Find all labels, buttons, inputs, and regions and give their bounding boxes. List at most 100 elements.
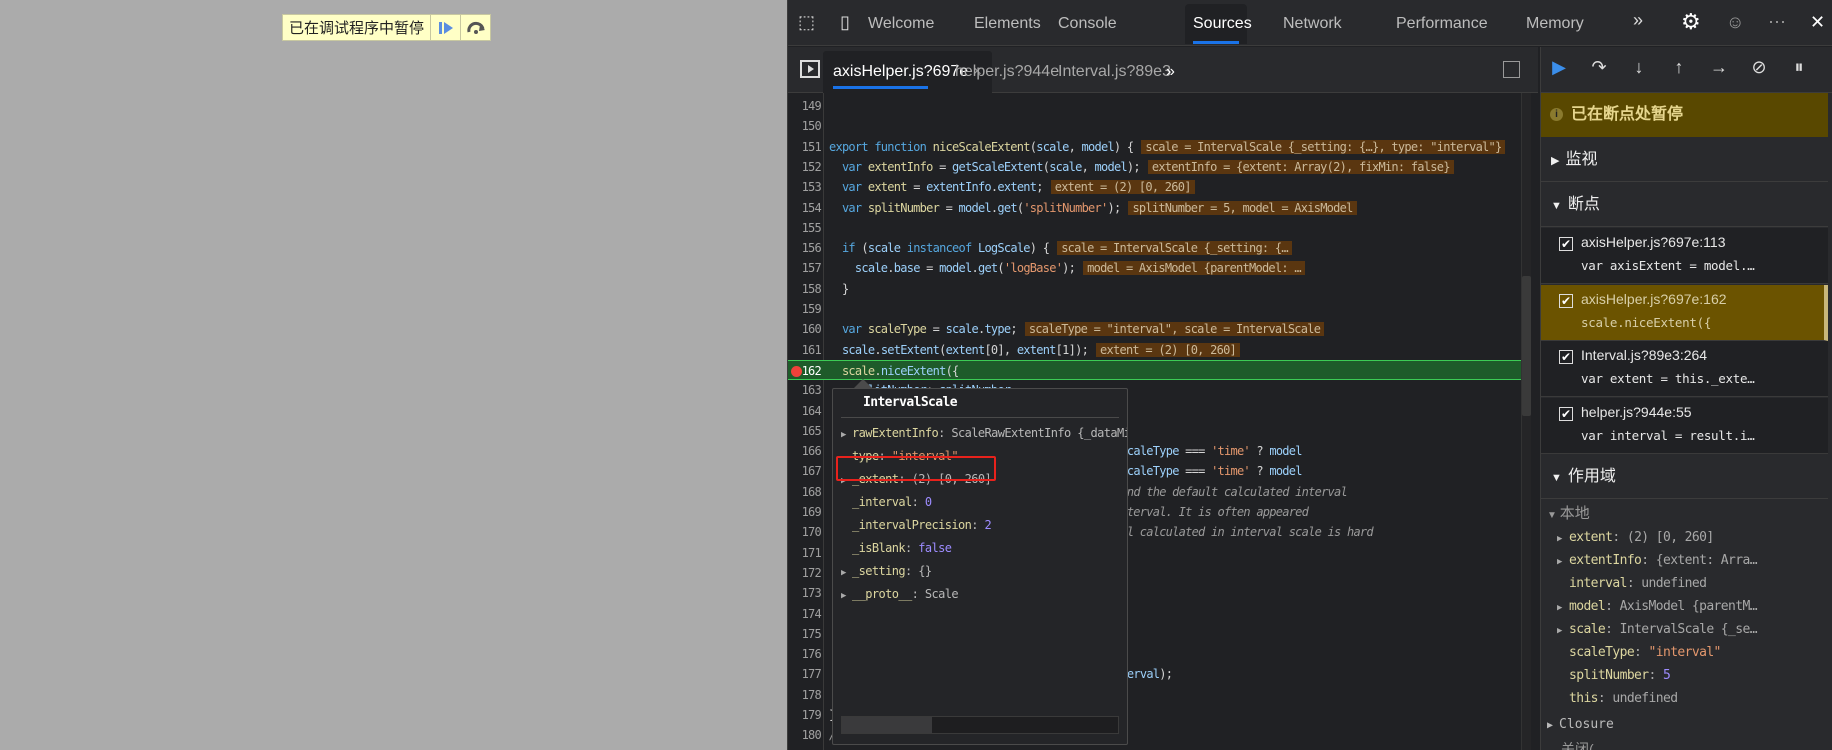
line-number[interactable]: 152 — [788, 157, 822, 177]
device-toolbar-icon[interactable]: ▯ — [840, 12, 850, 33]
step-over-icon[interactable]: ↷ — [1585, 57, 1613, 78]
scope-variable[interactable]: ▶ model: AxisModel {parentM… — [1557, 595, 1758, 620]
line-number[interactable]: 158 — [788, 279, 822, 299]
more-options-icon[interactable]: ⋯ — [1768, 12, 1786, 33]
scope-variable[interactable]: splitNumber: 5 — [1557, 664, 1671, 687]
feedback-icon[interactable]: ☺ — [1726, 12, 1744, 33]
scope-variable[interactable]: ▶ extentInfo: {extent: Arra… — [1557, 549, 1758, 574]
line-number[interactable]: 172 — [788, 563, 822, 583]
code-line[interactable]: 156 if (scale instanceof LogScale) {scal… — [788, 238, 1531, 258]
tab-performance[interactable]: Performance — [1388, 0, 1496, 46]
line-number[interactable]: 151 — [788, 137, 822, 157]
line-number[interactable]: 168 — [788, 482, 822, 502]
tab-memory[interactable]: Memory — [1518, 0, 1592, 46]
line-number[interactable]: 171 — [788, 543, 822, 563]
expand-arrow-icon[interactable]: ▶ — [1557, 620, 1569, 643]
line-number[interactable]: 179 — [788, 705, 822, 725]
editor-scrollbar-thumb[interactable] — [1522, 276, 1531, 416]
tab-network[interactable]: Network — [1275, 0, 1350, 46]
line-number[interactable]: 174 — [788, 604, 822, 624]
line-number[interactable]: 177 — [788, 664, 822, 684]
settings-gear-icon[interactable]: ⚙ — [1681, 9, 1701, 35]
line-number[interactable]: 155 — [788, 218, 822, 238]
expand-arrow-icon[interactable]: ▶ — [1557, 597, 1569, 620]
code-line[interactable]: 160 var scaleType = scale.type; scaleType… — [788, 319, 1531, 339]
line-number[interactable]: 178 — [788, 685, 822, 705]
scope-variable[interactable]: ▶ extent: (2) [0, 260] — [1557, 526, 1714, 549]
editor-scrollbar[interactable] — [1521, 93, 1531, 750]
code-line[interactable]: 154 var splitNumber = model.get('splitNu… — [788, 198, 1531, 218]
line-number[interactable]: 154 — [788, 198, 822, 218]
line-number[interactable]: 176 — [788, 644, 822, 664]
line-number[interactable]: 150 — [788, 116, 822, 136]
code-line[interactable]: 161 scale.setExtent(extent[0], extent[1]… — [788, 340, 1531, 360]
property-row[interactable]: ▶ _setting: {} — [841, 560, 932, 582]
expand-arrow-icon[interactable]: ▶ — [1557, 528, 1569, 551]
more-files-icon[interactable]: » — [1156, 51, 1185, 93]
resume-icon[interactable]: ▶ — [1545, 57, 1573, 78]
scope-closure-header[interactable]: ▶ Closure — [1547, 713, 1614, 737]
scope-variable[interactable]: ▶ scale: IntervalScale {_se… — [1557, 618, 1758, 643]
section-watch[interactable]: ▶ 监视 — [1541, 137, 1828, 182]
line-number[interactable]: 165 — [788, 421, 822, 441]
property-row[interactable]: ▶ rawExtentInfo: ScaleRawExtentInfo {_dat… — [841, 422, 1127, 444]
scope-next-header[interactable]: 关闭( — [1561, 737, 1594, 750]
code-line[interactable]: 157 scale.base = model.get('logBase'); mo… — [788, 258, 1531, 278]
line-number[interactable]: 180 — [788, 725, 822, 745]
tab-elements[interactable]: Elements — [966, 0, 1049, 46]
code-line[interactable]: 149 — [788, 96, 1531, 116]
line-number[interactable]: 163 — [788, 380, 822, 400]
expand-arrow-icon[interactable]: ▶ — [841, 585, 852, 607]
expand-arrow-icon[interactable]: ▶ — [841, 562, 852, 584]
line-number[interactable]: 162 — [788, 361, 822, 381]
toggle-debugger-icon[interactable] — [1503, 61, 1520, 78]
code-line[interactable]: 158 } — [788, 279, 1531, 299]
inspect-element-icon[interactable]: ⬚ — [798, 12, 815, 33]
code-line[interactable]: 150 — [788, 116, 1531, 136]
line-number[interactable]: 157 — [788, 258, 822, 278]
more-tabs-icon[interactable]: » — [1633, 10, 1643, 31]
breakpoint-checkbox[interactable]: ✔ — [1559, 293, 1573, 308]
popover-h-scrollbar[interactable] — [841, 716, 1119, 734]
tab-sources[interactable]: Sources — [1185, 4, 1252, 44]
deactivate-breakpoints-icon[interactable]: ⊘ — [1745, 57, 1773, 78]
code-line[interactable]: 155 — [788, 218, 1531, 238]
line-number[interactable]: 149 — [788, 96, 822, 116]
breakpoint-checkbox[interactable]: ✔ — [1559, 350, 1573, 364]
code-line[interactable]: 152 var extentInfo = getScaleExtent(scal… — [788, 157, 1531, 177]
code-line[interactable]: 159 — [788, 299, 1531, 319]
scope-variable[interactable]: scaleType: "interval" — [1557, 641, 1721, 664]
code-line[interactable]: 153 var extent = extentInfo.extent; exten… — [788, 177, 1531, 197]
line-number[interactable]: 159 — [788, 299, 822, 319]
section-breakpoints[interactable]: ▼ 断点 — [1541, 182, 1828, 227]
step-icon[interactable]: → — [1705, 57, 1733, 78]
step-over-button[interactable] — [460, 15, 490, 40]
scope-variable[interactable]: interval: undefined — [1557, 572, 1707, 595]
scope-local-header[interactable]: ▼ 本地 — [1547, 502, 1590, 526]
breakpoint-item[interactable]: ✔ axisHelper.js?697e:162 scale.niceExtent(… — [1541, 284, 1828, 341]
code-line[interactable]: 151 export function niceScaleExtent(scale… — [788, 137, 1531, 157]
pause-on-exceptions-icon[interactable]: ⏸ — [1785, 57, 1813, 78]
line-number[interactable]: 156 — [788, 238, 822, 258]
line-number[interactable]: 166 — [788, 441, 822, 461]
section-scope[interactable]: ▼ 作用域 — [1541, 454, 1828, 499]
line-number[interactable]: 161 — [788, 340, 822, 360]
line-number[interactable]: 169 — [788, 502, 822, 522]
tab-console[interactable]: Console — [1050, 0, 1125, 46]
toggle-navigator-icon[interactable] — [800, 60, 820, 78]
line-number[interactable]: 170 — [788, 522, 822, 542]
breakpoint-checkbox[interactable]: ✔ — [1559, 237, 1573, 251]
line-number[interactable]: 173 — [788, 583, 822, 603]
code-editor[interactable]: 149 150 151 export function niceScaleExtent… — [788, 93, 1531, 750]
close-devtools-icon[interactable]: ✕ — [1810, 12, 1825, 33]
expand-arrow-icon[interactable]: ▶ — [1557, 551, 1569, 574]
step-out-icon[interactable]: ↑ — [1665, 57, 1693, 78]
line-number[interactable]: 175 — [788, 624, 822, 644]
breakpoint-item[interactable]: ✔ Interval.js?89e3:264 var extent = this._… — [1541, 341, 1828, 397]
line-number[interactable]: 153 — [788, 177, 822, 197]
breakpoint-item[interactable]: ✔ axisHelper.js?697e:113 var axisExtent = … — [1541, 228, 1828, 284]
resume-button[interactable] — [430, 15, 460, 40]
scope-variable[interactable]: this: undefined — [1557, 687, 1678, 710]
line-number[interactable]: 164 — [788, 401, 822, 421]
line-number[interactable]: 160 — [788, 319, 822, 339]
